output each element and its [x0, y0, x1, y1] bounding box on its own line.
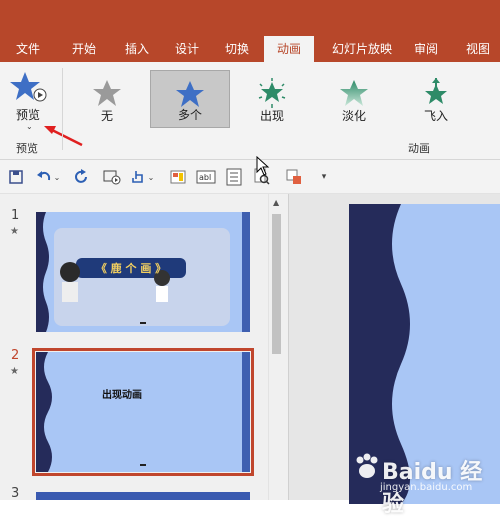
paw-icon [356, 453, 378, 478]
slide-thumbnail-1[interactable]: 《 鹿 个 画 》 [36, 212, 250, 332]
star-burst-icon [258, 78, 286, 108]
slideshow-start-icon[interactable] [102, 167, 122, 187]
slide-number: 3 [11, 486, 20, 501]
slide-2-art-icon [36, 352, 250, 472]
slide-thumbnail-2[interactable]: 出现动画 [32, 348, 254, 476]
star-fade-icon [340, 80, 368, 106]
undo-dropdown-icon[interactable]: ⌄ [52, 167, 62, 187]
undo-icon[interactable] [34, 167, 54, 187]
animation-star-icon: ★ [10, 226, 19, 237]
touch-mode-icon[interactable] [128, 167, 148, 187]
ribbon-tabs: 文件 开始 插入 设计 切换 动画 幻灯片放映 审阅 视图 [0, 36, 500, 62]
slide-number: 1 [11, 208, 20, 223]
animation-appear-label: 出现 [259, 109, 284, 123]
animation-star-icon: ★ [10, 366, 19, 377]
preview-group-label: 预览 [16, 142, 38, 155]
insert-picture-icon[interactable] [168, 167, 188, 187]
animation-fade-label: 淡化 [341, 109, 366, 123]
preview-button[interactable]: 预览 ⌄ [6, 68, 50, 131]
chevron-down-icon[interactable]: ⌄ [26, 122, 33, 131]
scroll-up-icon[interactable]: ▲ [273, 198, 279, 207]
slide-2-text: 出现动画 [102, 390, 142, 401]
thumbnail-scrollbar[interactable]: ▲ [268, 194, 284, 500]
text-box-icon[interactable]: abl [196, 167, 216, 187]
scrollbar-thumb[interactable] [272, 214, 281, 354]
mouse-cursor-icon [256, 156, 270, 176]
save-icon[interactable] [6, 167, 26, 187]
star-blue-icon [176, 81, 204, 107]
tab-slideshow[interactable]: 幻灯片放映 [318, 36, 406, 62]
animation-multiple-label: 多个 [177, 108, 202, 122]
slide-thumbnail-pane: 1 ★ 《 鹿 个 画 》 2 ★ 出现动画 3 [0, 194, 288, 501]
title-bar [0, 0, 500, 36]
slide-thumbnail-3[interactable] [36, 492, 250, 500]
animation-fly-in-label: 飞入 [423, 109, 448, 123]
baidu-watermark: Baidu 经验 jingyan.baidu.com [350, 448, 500, 517]
animation-appear[interactable]: 出现 [236, 70, 308, 128]
quick-access-toolbar: ⌄ ⌄ abl ▾ [0, 160, 500, 194]
redo-icon[interactable] [72, 167, 92, 187]
svg-text:abl: abl [199, 173, 211, 182]
slide-1-title-art: 《 鹿 个 画 》 [95, 262, 167, 275]
watermark-url: jingyan.baidu.com [380, 482, 473, 493]
tab-review[interactable]: 审阅 [406, 36, 446, 62]
preview-star-icon [10, 72, 47, 102]
star-gray-icon [93, 80, 121, 106]
tab-home[interactable]: 开始 [56, 36, 112, 62]
animation-fade[interactable]: 淡化 [318, 70, 390, 128]
customize-toolbar-icon[interactable]: ▾ [314, 167, 334, 187]
animation-fly-in[interactable]: 飞入 [400, 70, 472, 128]
touch-dropdown-icon[interactable]: ⌄ [146, 167, 156, 187]
animation-none-label: 无 [100, 109, 113, 123]
tab-file[interactable]: 文件 [0, 36, 56, 62]
tab-animations[interactable]: 动画 [264, 36, 314, 62]
ribbon: 预览 ⌄ 预览 无 多个 出现 淡化 飞入 动画 [0, 62, 500, 160]
animation-group-label: 动画 [408, 142, 430, 155]
tab-view[interactable]: 视图 [456, 36, 500, 62]
tab-transitions[interactable]: 切换 [212, 36, 262, 62]
animation-none[interactable]: 无 [72, 70, 142, 128]
format-painter-icon[interactable] [284, 167, 304, 187]
layout-icon[interactable] [224, 167, 244, 187]
star-fly-icon [425, 78, 447, 104]
tab-design[interactable]: 设计 [162, 36, 212, 62]
group-divider [62, 68, 63, 150]
animation-multiple[interactable]: 多个 [150, 70, 230, 128]
slide-number: 2 [11, 348, 20, 363]
tab-insert[interactable]: 插入 [112, 36, 162, 62]
